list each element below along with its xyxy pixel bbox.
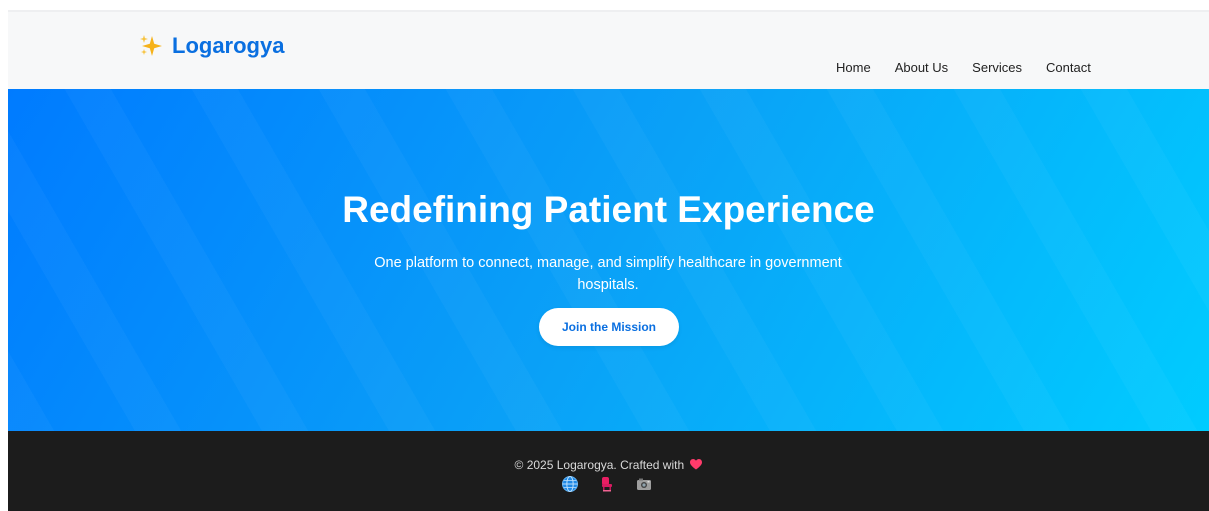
camera-icon[interactable]: [635, 475, 653, 493]
sparkles-icon: [138, 33, 164, 59]
footer-copyright-text: © 2025 Logarogya. Crafted with: [514, 458, 685, 472]
globe-icon[interactable]: [561, 475, 579, 493]
footer-copyright: © 2025 Logarogya. Crafted with: [8, 457, 1209, 473]
site-header: Logarogya Home About Us Services Contact: [8, 10, 1209, 89]
brand-name: Logarogya: [172, 33, 285, 58]
social-links: [561, 475, 653, 493]
page: Logarogya Home About Us Services Contact…: [8, 10, 1209, 511]
main-nav: Home About Us Services Contact: [836, 60, 1091, 75]
hero-subtitle: One platform to connect, manage, and sim…: [374, 255, 842, 293]
brand-logo[interactable]: Logarogya: [138, 32, 284, 60]
chair-icon[interactable]: [598, 475, 616, 493]
nav-about-us[interactable]: About Us: [895, 60, 948, 75]
hero-section: Redefining Patient Experience One platfo…: [8, 89, 1209, 431]
heart-icon: [690, 458, 703, 470]
nav-services[interactable]: Services: [972, 60, 1022, 75]
join-mission-button[interactable]: Join the Mission: [539, 308, 679, 346]
nav-home[interactable]: Home: [836, 60, 871, 75]
hero-title: Redefining Patient Experience: [342, 189, 875, 230]
site-footer: © 2025 Logarogya. Crafted with: [8, 431, 1209, 511]
nav-contact[interactable]: Contact: [1046, 60, 1091, 75]
